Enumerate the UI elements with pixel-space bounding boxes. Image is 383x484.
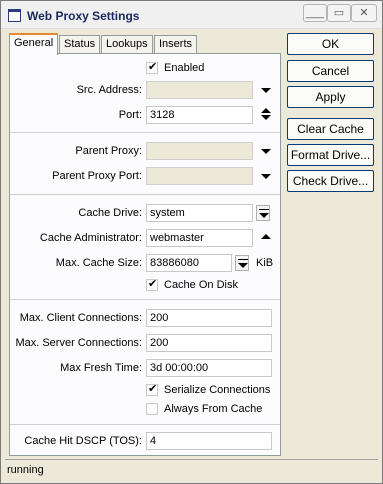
always-from-cache-checkbox-box[interactable] (146, 403, 158, 415)
max-server-connections-label: Max. Server Connections: (15, 337, 142, 349)
max-cache-size-row: Max. Cache Size: 83886080 KiB (10, 254, 280, 274)
cache-hit-dscp-label: Cache Hit DSCP (TOS): (24, 435, 142, 447)
parent-proxy-port-dropdown-icon[interactable] (260, 170, 272, 182)
tab-lookups[interactable]: Lookups (101, 35, 153, 54)
serialize-connections-label: Serialize Connections (164, 384, 271, 396)
check-drive-button[interactable]: Check Drive... (287, 170, 374, 192)
cache-admin-label: Cache Administrator: (39, 232, 142, 244)
window-icon (8, 9, 21, 22)
serialize-connections-checkbox-box[interactable] (146, 382, 158, 396)
status-text: running (7, 464, 44, 476)
max-cache-size-unit: KiB (256, 257, 274, 269)
enabled-checkbox-box[interactable] (146, 60, 158, 74)
src-address-label: Src. Address: (76, 84, 142, 96)
ok-button[interactable]: OK (287, 33, 374, 55)
port-label: Port: (118, 109, 142, 121)
status-bar: running (5, 459, 378, 479)
apply-button[interactable]: Apply (287, 86, 374, 108)
separator (10, 299, 280, 300)
minimize-icon: ___ (305, 7, 325, 19)
parent-proxy-label: Parent Proxy: (75, 145, 142, 157)
cache-on-disk-label: Cache On Disk (164, 279, 238, 291)
cache-drive-row: Cache Drive: system (10, 204, 280, 224)
clear-cache-button[interactable]: Clear Cache (287, 118, 374, 140)
general-panel: Enabled Src. Address: Port: 3128 Parent … (9, 53, 281, 456)
port-input[interactable]: 3128 (146, 106, 253, 124)
cache-hit-dscp-row: Cache Hit DSCP (TOS): 4 (10, 432, 280, 452)
titlebar[interactable]: Web Proxy Settings ___ ▭ ✕ (1, 1, 382, 29)
parent-proxy-input[interactable] (146, 142, 253, 160)
max-cache-size-dropdown-icon[interactable] (235, 255, 249, 271)
port-row: Port: 3128 (10, 106, 280, 126)
parent-proxy-port-label: Parent Proxy Port: (52, 170, 142, 182)
parent-proxy-dropdown-icon[interactable] (260, 145, 272, 157)
minimize-button[interactable]: ___ (303, 4, 327, 22)
src-address-row: Src. Address: (10, 81, 280, 101)
max-cache-size-label: Max. Cache Size: (55, 257, 142, 269)
tab-status[interactable]: Status (59, 35, 101, 54)
cache-hit-dscp-input[interactable]: 4 (146, 432, 272, 450)
always-from-cache-row: Always From Cache (10, 400, 280, 420)
tab-inserts[interactable]: Inserts (154, 35, 198, 54)
web-proxy-settings-window: Web Proxy Settings ___ ▭ ✕ General Statu… (0, 0, 383, 484)
parent-proxy-row: Parent Proxy: (10, 142, 280, 162)
cache-drive-label: Cache Drive: (78, 207, 142, 219)
dialog-content: General Status Lookups Inserts Enabled S… (5, 30, 378, 480)
cache-admin-row: Cache Administrator: webmaster (10, 229, 280, 249)
cache-drive-select[interactable]: system (146, 204, 253, 222)
cache-on-disk-row: Cache On Disk (10, 276, 280, 296)
parent-proxy-port-row: Parent Proxy Port: (10, 167, 280, 187)
src-address-dropdown-icon[interactable] (260, 84, 272, 96)
enabled-row: Enabled (10, 59, 280, 79)
cache-admin-collapse-icon[interactable] (260, 232, 272, 244)
max-client-connections-label: Max. Client Connections: (19, 312, 142, 324)
separator (10, 424, 280, 425)
cancel-button[interactable]: Cancel (287, 60, 374, 82)
port-spinner-icon[interactable] (260, 108, 272, 121)
max-server-connections-input[interactable]: 200 (146, 334, 272, 352)
format-drive-button[interactable]: Format Drive... (287, 144, 374, 166)
cache-on-disk-checkbox-box[interactable] (146, 277, 158, 291)
always-from-cache-label: Always From Cache (164, 403, 263, 415)
parent-proxy-port-input[interactable] (146, 167, 253, 185)
close-icon: ✕ (359, 7, 369, 19)
maximize-button[interactable]: ▭ (327, 4, 351, 22)
separator (10, 132, 280, 133)
max-fresh-time-label: Max Fresh Time: (60, 362, 142, 374)
max-server-connections-row: Max. Server Connections: 200 (10, 334, 280, 354)
max-client-connections-input[interactable]: 200 (146, 309, 272, 327)
tab-general[interactable]: General (9, 33, 59, 55)
restore-icon: ▭ (333, 7, 345, 19)
cache-admin-input[interactable]: webmaster (146, 229, 253, 247)
close-button[interactable]: ✕ (351, 4, 377, 22)
serialize-connections-row: Serialize Connections (10, 381, 280, 401)
max-cache-size-input[interactable]: 83886080 (146, 254, 232, 272)
max-fresh-time-row: Max Fresh Time: 3d 00:00:00 (10, 359, 280, 379)
cache-drive-dropdown-icon[interactable] (256, 205, 270, 221)
enabled-label: Enabled (164, 62, 205, 74)
src-address-input[interactable] (146, 81, 253, 99)
max-fresh-time-input[interactable]: 3d 00:00:00 (146, 359, 272, 377)
separator (10, 194, 280, 195)
window-title: Web Proxy Settings (27, 9, 140, 23)
max-client-connections-row: Max. Client Connections: 200 (10, 309, 280, 329)
